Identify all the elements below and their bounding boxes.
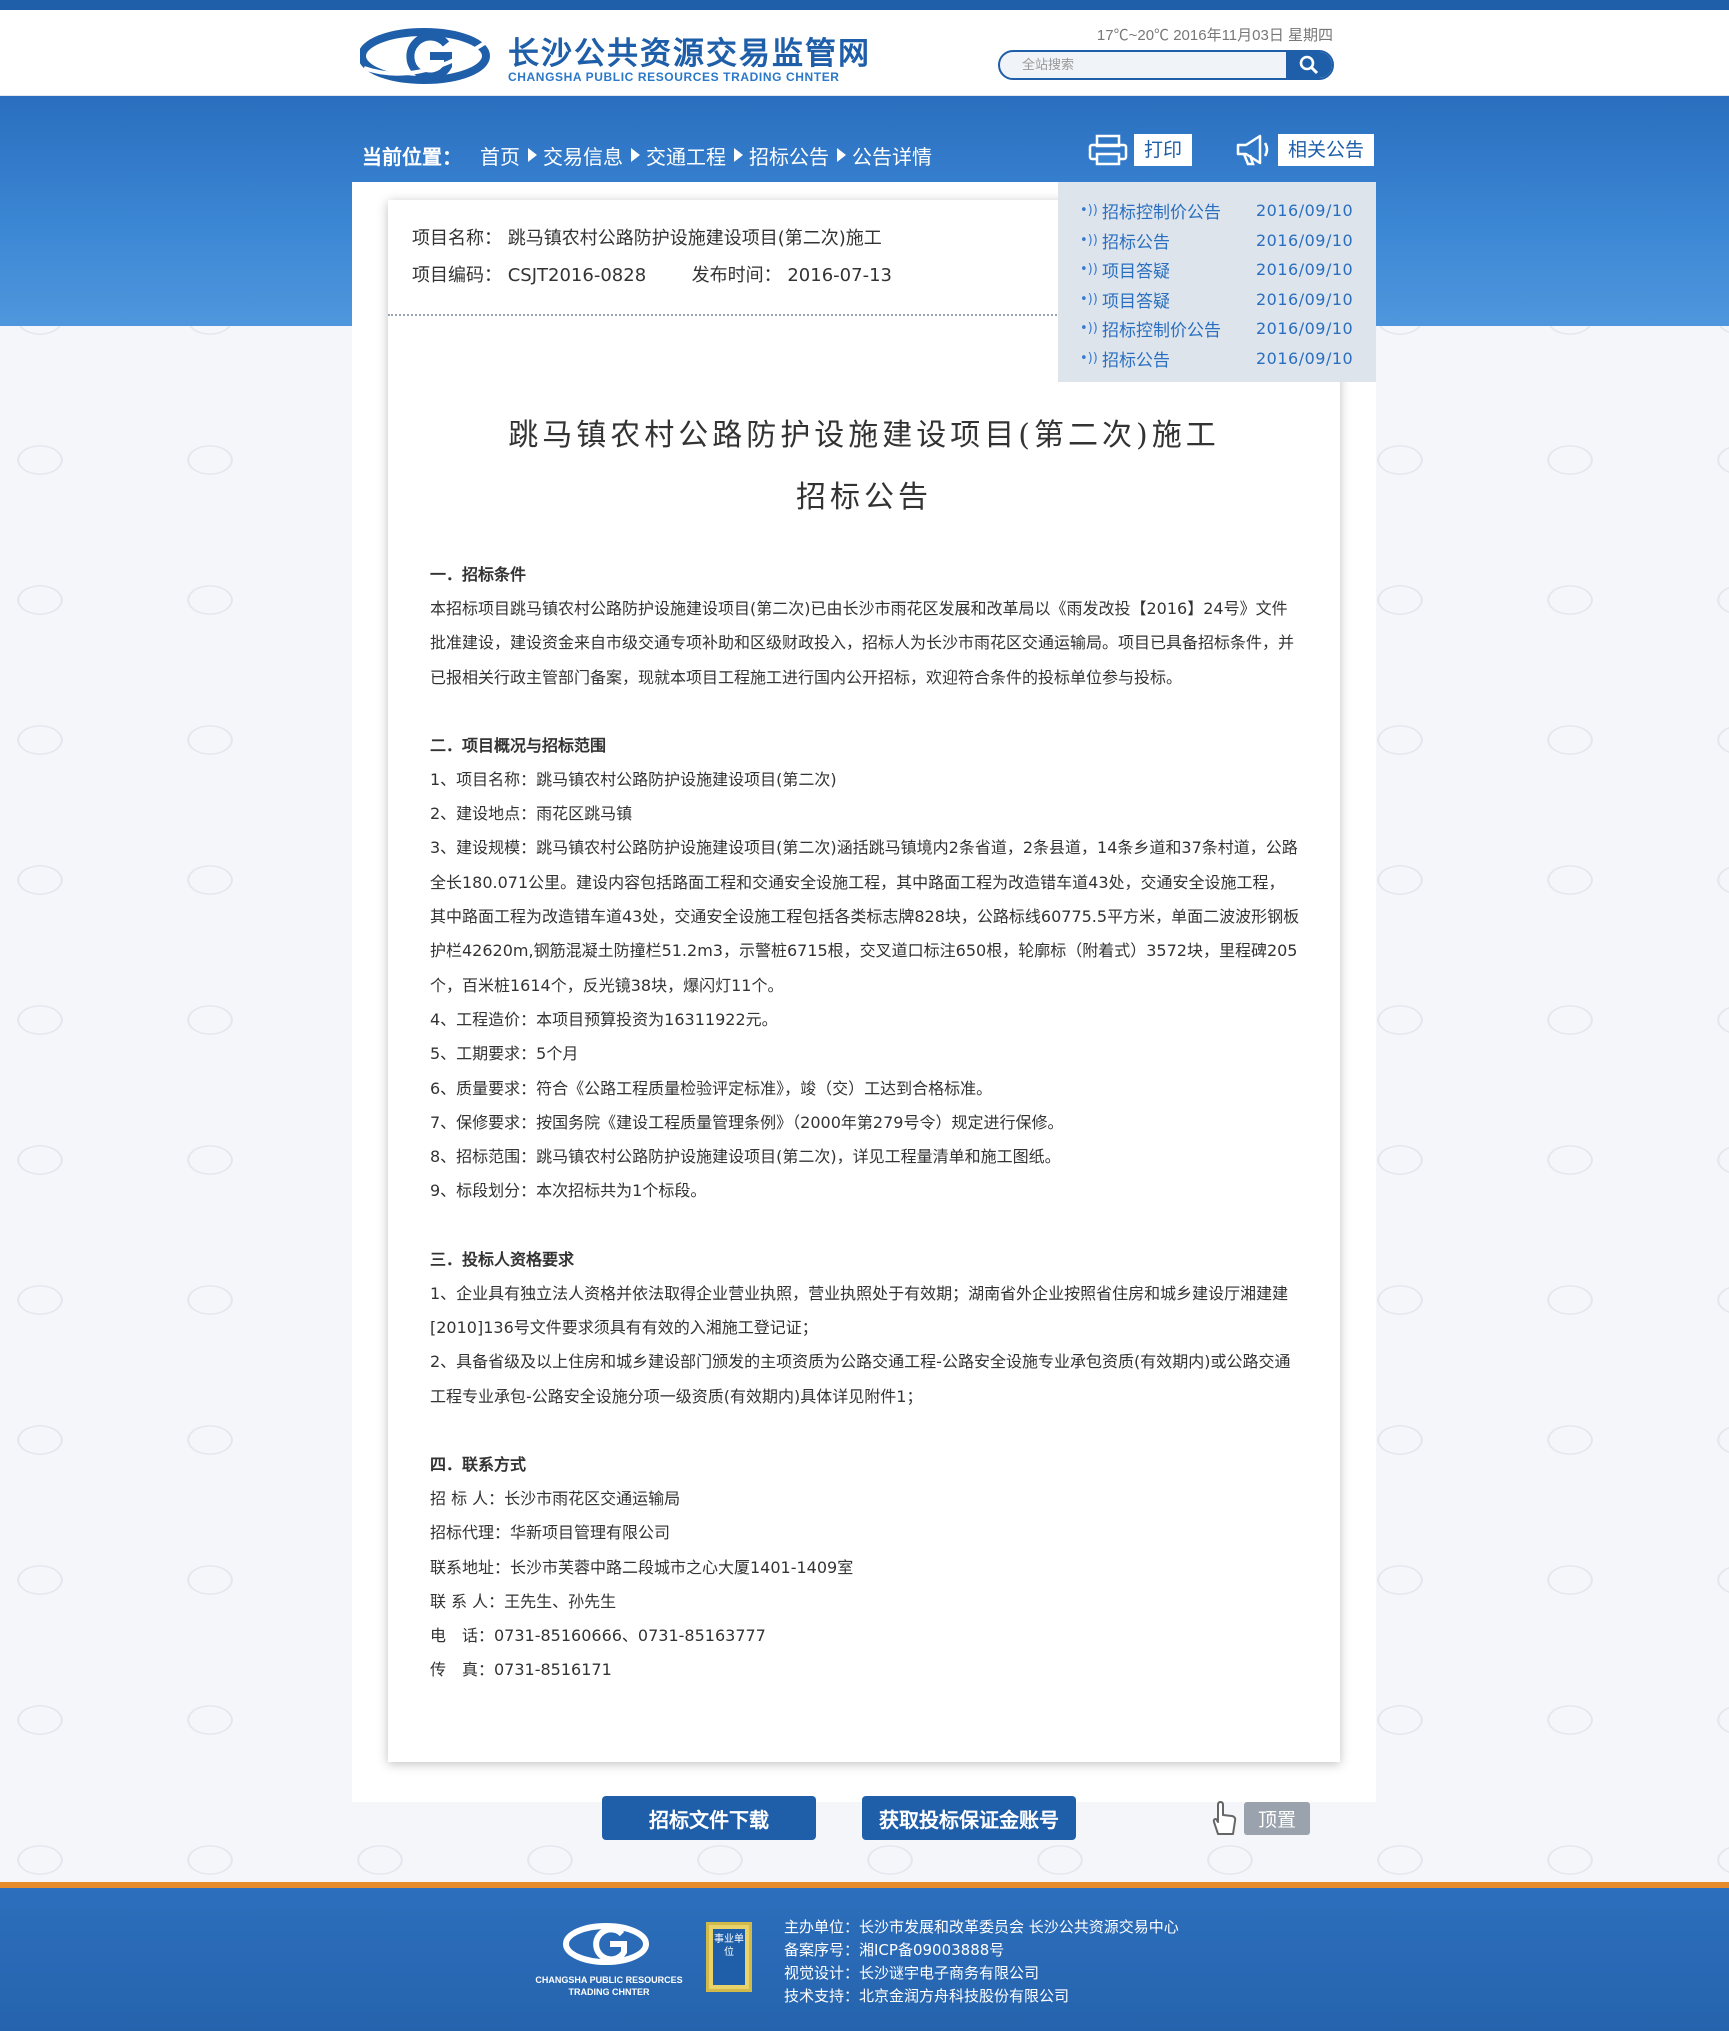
- related-item[interactable]: •)) 项目答疑 2016/09/10: [1080, 285, 1376, 315]
- institution-badge[interactable]: 事业单位: [706, 1922, 752, 1992]
- related-item[interactable]: •)) 招标控制价公告 2016/09/10: [1080, 196, 1376, 226]
- list-item: 5、工期要求：5个月: [430, 1044, 579, 1064]
- search-box: [998, 50, 1334, 80]
- document-body: 一．招标条件 本招标项目跳马镇农村公路防护设施建设项目(第二次)已由长沙市雨花区…: [430, 558, 1300, 1688]
- breadcrumb-arrow-icon: [631, 148, 640, 162]
- related-notices-button[interactable]: 相关公告: [1234, 132, 1375, 168]
- institution-badge-text: 事业单位: [713, 1929, 745, 1985]
- document-title: 跳马镇农村公路防护设施建设项目(第二次)施工 招标公告: [388, 405, 1340, 529]
- back-to-top-button[interactable]: 顶置: [1208, 1800, 1311, 1836]
- project-code-label: 项目编码：: [412, 265, 502, 286]
- bottom-actions: 招标文件下载 获取投标保证金账号 顶置: [0, 1796, 1729, 1842]
- footer-design: 视觉设计：长沙谜宇电子商务有限公司: [784, 1964, 1040, 1982]
- signal-icon: •)): [1080, 232, 1098, 248]
- signal-icon: •)): [1080, 350, 1098, 366]
- project-name-label: 项目名称：: [412, 228, 502, 249]
- site-footer: CHANGSHA PUBLIC RESOURCES TRADING CHNTER…: [0, 1888, 1729, 2031]
- logo-english-name: CHANGSHA PUBLIC RESOURCES TRADING CHNTER: [508, 70, 840, 84]
- related-item[interactable]: •)) 招标公告 2016/09/10: [1080, 344, 1376, 374]
- breadcrumb-arrow-icon: [837, 148, 846, 162]
- breadcrumb-label: 当前位置：: [362, 144, 462, 169]
- contact-item: 电 话：0731-85160666、0731-85163777: [430, 1626, 766, 1646]
- contact-item: 联系地址：长沙市芙蓉中路二段城市之心大厦1401-1409室: [430, 1557, 854, 1577]
- weather-date: 17℃~20℃ 2016年11月03日 星期四: [1096, 27, 1333, 44]
- back-to-top-label: 顶置: [1244, 1801, 1311, 1835]
- section-paragraph: 本招标项目跳马镇农村公路防护设施建设项目(第二次)已由长沙市雨花区发展和改革局以…: [430, 599, 1295, 687]
- list-item: 9、标段划分：本次招标共为1个标段。: [430, 1181, 707, 1201]
- project-name-value: 跳马镇农村公路防护设施建设项目(第二次)施工: [507, 228, 882, 249]
- search-icon: [1299, 55, 1319, 75]
- top-accent-bar: [0, 0, 1729, 10]
- printer-icon: [1088, 134, 1128, 166]
- list-item: 1、企业具有独立法人资格并依法取得企业营业执照，营业执照处于有效期；湖南省外企业…: [430, 1283, 1289, 1338]
- signal-icon: •)): [1080, 203, 1098, 219]
- section-heading: 三．投标人资格要求: [430, 1249, 575, 1269]
- list-item: 4、工程造价：本项目预算投资为16311922元。: [430, 1009, 778, 1029]
- list-item: 2、建设地点：雨花区跳马镇: [430, 804, 633, 824]
- breadcrumb-traffic[interactable]: 交通工程: [646, 141, 726, 170]
- signal-icon: •)): [1080, 291, 1098, 307]
- logo-emblem-icon: [563, 1923, 649, 1965]
- breadcrumb: 当前位置： 首页 交易信息 交通工程 招标公告 公告详情: [362, 140, 932, 170]
- breadcrumb-arrow-icon: [528, 148, 537, 162]
- site-header: 长沙公共资源交易监管网 CHANGSHA PUBLIC RESOURCES TR…: [0, 10, 1729, 96]
- project-meta: 项目名称： 跳马镇农村公路防护设施建设项目(第二次)施工 项目编码： CSJT2…: [412, 220, 892, 294]
- contact-item: 招 标 人：长沙市雨花区交通运输局: [430, 1488, 681, 1508]
- related-notices-label: 相关公告: [1278, 134, 1375, 166]
- logo-chinese-name: 长沙公共资源交易监管网: [508, 36, 871, 72]
- download-tender-file-button[interactable]: 招标文件下载: [602, 1796, 816, 1840]
- breadcrumb-home[interactable]: 首页: [480, 141, 520, 170]
- related-item[interactable]: •)) 项目答疑 2016/09/10: [1080, 255, 1376, 285]
- pointer-hand-icon: [1212, 1801, 1237, 1835]
- section-heading: 一．招标条件: [430, 565, 527, 584]
- logo-emblem-icon: [360, 28, 494, 84]
- signal-icon: •)): [1080, 321, 1098, 337]
- contact-item: 联 系 人：王先生、孙先生: [430, 1591, 617, 1611]
- document-title-line1: 跳马镇农村公路防护设施建设项目(第二次)施工: [508, 418, 1220, 453]
- breadcrumb-tender-notice[interactable]: 招标公告: [749, 141, 829, 170]
- signal-icon: •)): [1080, 262, 1098, 278]
- print-label: 打印: [1134, 134, 1193, 166]
- breadcrumb-arrow-icon: [734, 148, 743, 162]
- footer-info: 主办单位：长沙市发展和改革委员会 长沙公共资源交易中心 备案序号：湘ICP备09…: [784, 1916, 1179, 2008]
- search-input[interactable]: [1000, 52, 1284, 78]
- project-code-row: 项目编码： CSJT2016-0828 发布时间： 2016-07-13: [412, 257, 892, 294]
- section-heading: 二．项目概况与招标范围: [430, 735, 607, 755]
- list-item: 2、具备省级及以上住房和城乡建设部门颁发的主项资质为公路交通工程-公路安全设施专…: [430, 1352, 1291, 1406]
- project-code-value: CSJT2016-0828: [507, 265, 647, 286]
- footer-icp: 备案序号：湘ICP备09003888号: [784, 1941, 1005, 1959]
- search-button[interactable]: [1286, 52, 1332, 78]
- breadcrumb-detail[interactable]: 公告详情: [852, 141, 932, 170]
- publish-time-label: 发布时间：: [691, 265, 782, 286]
- contact-item: 传 真：0731-8516171: [430, 1660, 612, 1680]
- footer-logo-en-line1: CHANGSHA PUBLIC RESOURCES: [535, 1975, 683, 1985]
- footer-sponsor: 主办单位：长沙市发展和改革委员会 长沙公共资源交易中心: [784, 1918, 1179, 1936]
- footer-logo: CHANGSHA PUBLIC RESOURCES TRADING CHNTER: [524, 1920, 694, 2000]
- list-item: 3、建设规模：跳马镇农村公路防护设施建设项目(第二次)涵括跳马镇境内2条省道，2…: [430, 838, 1300, 995]
- print-button[interactable]: 打印: [1088, 132, 1193, 168]
- site-logo[interactable]: 长沙公共资源交易监管网 CHANGSHA PUBLIC RESOURCES TR…: [360, 24, 880, 86]
- footer-support: 技术支持：北京金润方舟科技股份有限公司: [784, 1987, 1070, 2005]
- get-deposit-account-button[interactable]: 获取投标保证金账号: [862, 1796, 1076, 1840]
- footer-logo-en-line2: TRADING CHNTER: [568, 1987, 650, 1997]
- list-item: 8、招标范围：跳马镇农村公路防护设施建设项目(第二次)，详见工程量清单和施工图纸…: [430, 1147, 1061, 1167]
- breadcrumb-trade-info[interactable]: 交易信息: [543, 141, 623, 170]
- related-item[interactable]: •)) 招标控制价公告 2016/09/10: [1080, 314, 1376, 344]
- publish-time-value: 2016-07-13: [787, 265, 892, 286]
- list-item: 6、质量要求：符合《公路工程质量检验评定标准》，竣（交）工达到合格标准。: [430, 1078, 993, 1098]
- related-notices-panel: •)) 招标控制价公告 2016/09/10 •)) 招标公告 2016/09/…: [1058, 182, 1376, 382]
- notice-card: 项目名称： 跳马镇农村公路防护设施建设项目(第二次)施工 项目编码： CSJT2…: [388, 200, 1340, 1762]
- project-name-row: 项目名称： 跳马镇农村公路防护设施建设项目(第二次)施工: [412, 220, 892, 257]
- megaphone-icon: [1236, 134, 1269, 166]
- document-title-line2: 招标公告: [796, 480, 932, 515]
- list-item: 1、项目名称：跳马镇农村公路防护设施建设项目(第二次): [430, 769, 837, 789]
- list-item: 7、保修要求：按国务院《建设工程质量管理条例》（2000年第279号令）规定进行…: [430, 1112, 1064, 1132]
- contact-item: 招标代理：华新项目管理有限公司: [430, 1523, 671, 1543]
- related-item[interactable]: •)) 招标公告 2016/09/10: [1080, 226, 1376, 256]
- section-heading: 四．联系方式: [430, 1454, 527, 1474]
